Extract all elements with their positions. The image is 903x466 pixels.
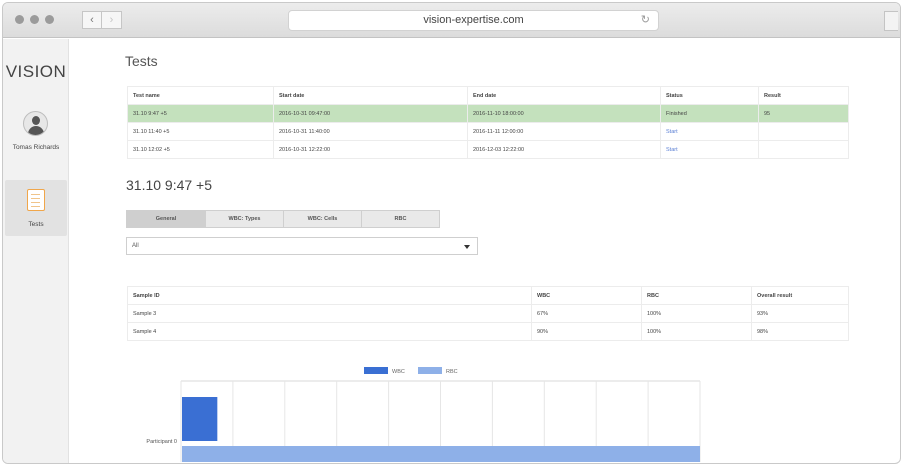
sample-id-cell: Sample 3 (127, 304, 532, 323)
browser-titlebar: ‹ › vision-expertise.com ↻ (3, 3, 900, 38)
status-cell: Finished (660, 104, 759, 123)
result-cell: 95 (758, 104, 849, 123)
sample-id-cell: Sample 4 (127, 322, 532, 341)
tab-wbc-cells[interactable]: WBC: Cells (284, 210, 362, 228)
column-header[interactable]: End date (467, 86, 661, 105)
test-name-cell: 31.10 9:47 +5 (127, 104, 274, 123)
wbc-cell: 67% (531, 304, 642, 323)
column-header[interactable]: Result (758, 86, 849, 105)
user-name[interactable]: Tomas Richards (3, 144, 69, 151)
result-cell (758, 140, 849, 159)
table-row[interactable]: Sample 4 90% 100% 98% (127, 322, 849, 341)
overall-result-cell: 98% (751, 322, 849, 341)
zoom-window-button[interactable] (45, 15, 54, 24)
filter-select[interactable]: All (126, 237, 478, 255)
vision-logo: VISION (5, 62, 67, 81)
page-title: Tests (125, 53, 158, 69)
column-header[interactable]: Overall result (751, 286, 849, 305)
history-nav: ‹ › (82, 11, 122, 29)
document-icon (27, 189, 45, 211)
sidebar-item-label: Tests (28, 221, 44, 228)
user-avatar-icon[interactable] (23, 111, 48, 136)
table-row[interactable]: 31.10 9:47 +5 2016-10-31 09:47:00 2016-1… (127, 104, 849, 123)
rbc-cell: 100% (641, 304, 752, 323)
column-header[interactable]: RBC (641, 286, 752, 305)
overall-result-cell: 93% (751, 304, 849, 323)
tab-rbc[interactable]: RBC (362, 210, 440, 228)
result-cell (758, 122, 849, 141)
end-date-cell: 2016-11-10 18:00:00 (467, 104, 661, 123)
sidebar-item-tests[interactable]: Tests (5, 180, 67, 236)
table-header-row: Sample ID WBC RBC Overall result (127, 286, 849, 305)
address-bar[interactable]: vision-expertise.com ↻ (288, 10, 659, 31)
browser-window: ‹ › vision-expertise.com ↻ VISION Tomas … (2, 2, 901, 464)
column-header[interactable]: WBC (531, 286, 642, 305)
sidebar-toggle-button[interactable] (884, 11, 898, 31)
back-button[interactable]: ‹ (82, 11, 102, 29)
wbc-cell: 90% (531, 322, 642, 341)
minimize-window-button[interactable] (30, 15, 39, 24)
column-header[interactable]: Test name (127, 86, 274, 105)
start-date-cell: 2016-10-31 11:40:00 (273, 122, 468, 141)
table-row[interactable]: 31.10 12:02 +5 2016-10-31 12:22:00 2016-… (127, 140, 849, 159)
test-detail-title: 31.10 9:47 +5 (126, 177, 213, 193)
forward-button[interactable]: › (102, 11, 122, 29)
reload-icon[interactable]: ↻ (641, 11, 650, 30)
column-header[interactable]: Start date (273, 86, 468, 105)
chevron-down-icon (464, 245, 470, 249)
window-controls (15, 15, 54, 24)
filter-select-value: All (132, 243, 139, 249)
start-link[interactable]: Start (660, 140, 759, 159)
start-link[interactable]: Start (660, 122, 759, 141)
end-date-cell: 2016-12-03 12:22:00 (467, 140, 661, 159)
column-header[interactable]: Sample ID (127, 286, 532, 305)
column-header[interactable]: Status (660, 86, 759, 105)
table-row[interactable]: 31.10 11:40 +5 2016-10-31 11:40:00 2016-… (127, 122, 849, 141)
tab-general[interactable]: General (126, 210, 206, 228)
sample-table: Sample ID WBC RBC Overall result Sample … (127, 286, 849, 341)
start-date-cell: 2016-10-31 09:47:00 (273, 104, 468, 123)
test-name-cell: 31.10 12:02 +5 (127, 140, 274, 159)
table-row[interactable]: Sample 3 67% 100% 93% (127, 304, 849, 323)
tab-wbc-types[interactable]: WBC: Types (206, 210, 284, 228)
end-date-cell: 2016-11-11 12:00:00 (467, 122, 661, 141)
tests-table: Test name Start date End date Status Res… (127, 86, 849, 159)
start-date-cell: 2016-10-31 12:22:00 (273, 140, 468, 159)
detail-tabs: General WBC: Types WBC: Cells RBC (126, 210, 440, 228)
close-window-button[interactable] (15, 15, 24, 24)
rbc-cell: 100% (641, 322, 752, 341)
app-sidebar: VISION Tomas Richards Tests (3, 39, 69, 463)
test-name-cell: 31.10 11:40 +5 (127, 122, 274, 141)
table-header-row: Test name Start date End date Status Res… (127, 86, 849, 105)
address-url: vision-expertise.com (423, 14, 524, 26)
